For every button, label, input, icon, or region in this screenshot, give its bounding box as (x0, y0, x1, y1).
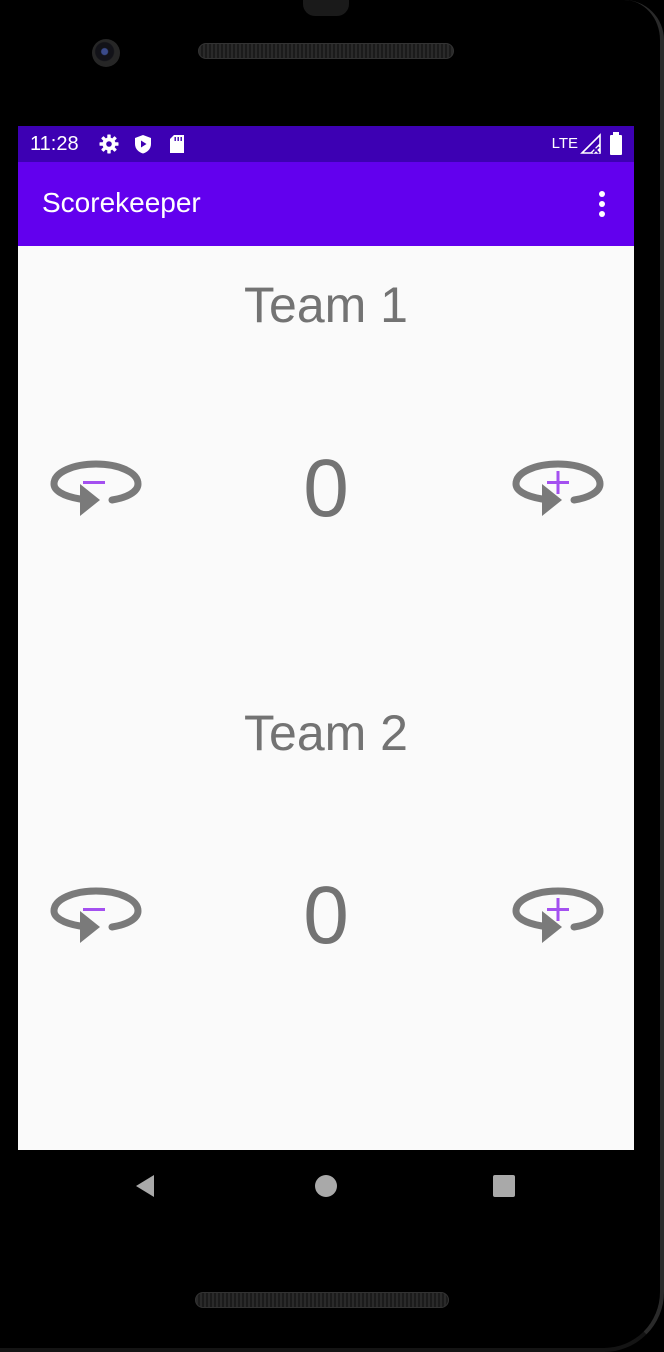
front-camera (92, 39, 120, 67)
back-icon[interactable] (132, 1172, 160, 1200)
sd-card-icon (167, 134, 187, 154)
signal-icon (580, 133, 601, 154)
app-title: Scorekeeper (42, 187, 201, 218)
device-notch (303, 0, 349, 16)
status-bar: 11:28 LTE (18, 126, 634, 162)
recents-icon[interactable] (490, 1172, 518, 1200)
plus-rotate-icon (512, 460, 604, 516)
phone-device: 11:28 LTE Scorekeeper Team 1 0 Team 2 0 (0, 0, 664, 1352)
app-bar: Scorekeeper (18, 162, 634, 246)
team-1-increase-button[interactable] (512, 456, 604, 520)
status-time: 11:28 (30, 133, 79, 155)
overflow-menu-icon[interactable] (586, 184, 618, 224)
shield-icon (133, 134, 153, 154)
team-1-label: Team 1 (244, 277, 408, 333)
team-2-increase-button[interactable] (512, 883, 604, 947)
battery-icon (609, 132, 629, 155)
gear-icon (99, 134, 119, 154)
network-type-label: LTE (551, 135, 578, 152)
navigation-bar (18, 1150, 634, 1222)
earpiece-speaker (198, 43, 454, 59)
home-icon[interactable] (312, 1172, 340, 1200)
team-2-label: Team 2 (244, 705, 408, 761)
bottom-speaker (195, 1292, 449, 1308)
app-screen: 11:28 LTE Scorekeeper Team 1 0 Team 2 0 (18, 126, 634, 1150)
plus-rotate-icon (512, 887, 604, 943)
